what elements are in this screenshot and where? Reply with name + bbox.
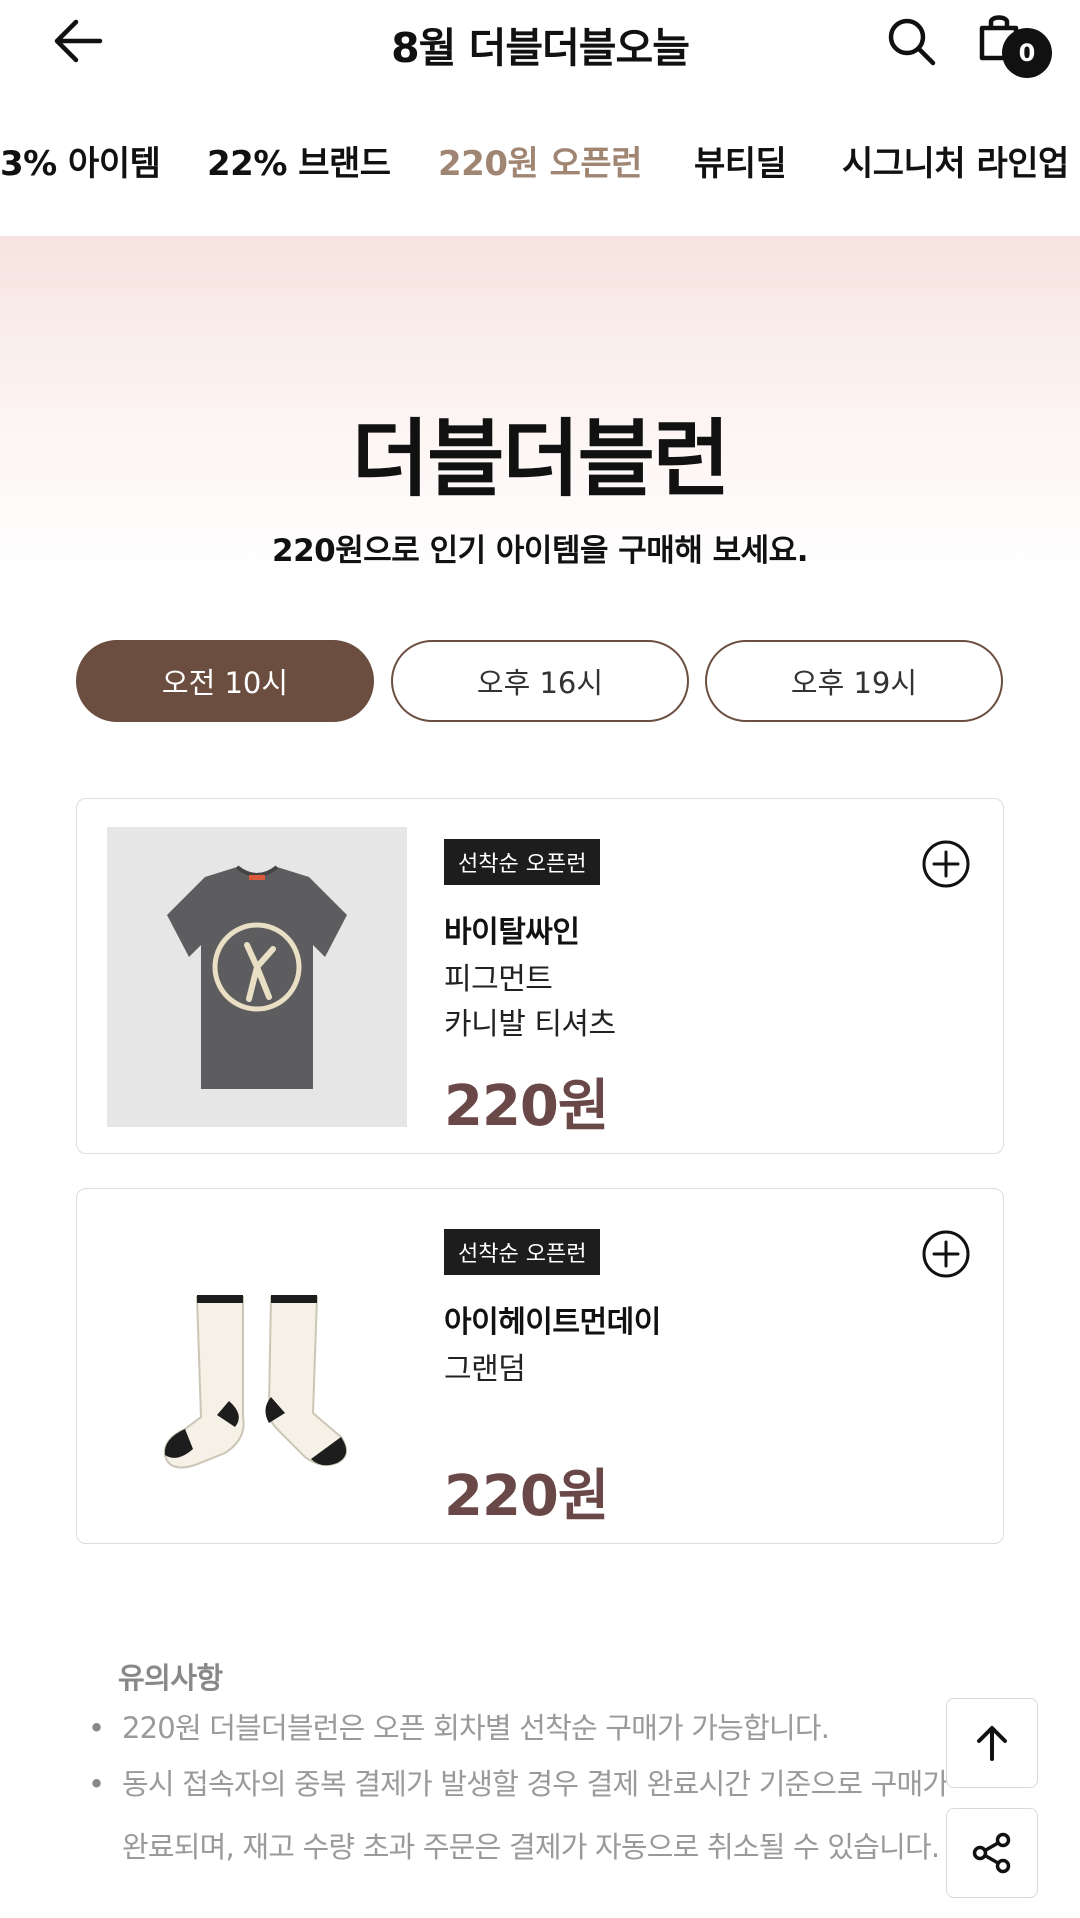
product-name-line: 그랜덤 bbox=[444, 1352, 526, 1387]
time-button-7pm[interactable]: 오후 19시 bbox=[705, 640, 1003, 722]
product-brand: 아이헤이트먼데이 bbox=[444, 1305, 661, 1340]
share-button[interactable] bbox=[946, 1808, 1038, 1898]
top-app-bar: 8월 더블더블오늘 0 bbox=[0, 0, 1080, 82]
product-image-tshirt[interactable] bbox=[107, 827, 407, 1127]
tab-beauty-deal[interactable]: 뷰티딜 bbox=[694, 136, 787, 185]
cart-count-badge: 0 bbox=[1002, 28, 1052, 78]
notice-item: • 220원 더블더블런은 오픈 회차별 선착순 구매가 가능합니다. bbox=[88, 1700, 830, 1756]
hero-title: 더블더블런 bbox=[351, 410, 730, 508]
hero-subtitle: 220원으로 인기 아이템을 구매해 보세요. bbox=[272, 533, 808, 569]
bullet: • bbox=[88, 1711, 105, 1745]
tab-3-percent-item[interactable]: 3% 아이템 bbox=[0, 136, 161, 185]
notice-text-continuation: 완료되며, 재고 수량 초과 주문은 결제가 자동으로 취소될 수 있습니다. bbox=[122, 1830, 940, 1864]
notice-text: 동시 접속자의 중복 결제가 발생할 경우 결제 완료시간 기준으로 구매가 bbox=[122, 1767, 949, 1801]
share-icon bbox=[972, 1832, 1011, 1874]
notice-text: 220원 더블더블런은 오픈 회차별 선착순 구매가 가능합니다. bbox=[122, 1711, 830, 1745]
scroll-to-top-button[interactable] bbox=[946, 1698, 1038, 1788]
time-button-4pm[interactable]: 오후 16시 bbox=[391, 640, 689, 722]
tshirt-illustration bbox=[167, 865, 347, 1089]
openrun-badge: 선착순 오픈런 bbox=[444, 1229, 601, 1275]
product-brand: 바이탈싸인 bbox=[444, 915, 580, 950]
product-price: 220원 bbox=[444, 1464, 609, 1529]
arrow-up-icon bbox=[977, 1726, 1007, 1761]
tab-220-won-openrun[interactable]: 220원 오픈런 bbox=[438, 136, 642, 185]
openrun-badge: 선착순 오픈런 bbox=[444, 839, 601, 885]
tab-22-percent-brand[interactable]: 22% 브랜드 bbox=[207, 136, 391, 185]
notice-title: 유의사항 bbox=[118, 1661, 223, 1695]
search-button[interactable] bbox=[884, 14, 940, 70]
plus-circle-icon bbox=[922, 1230, 970, 1278]
notice-item: • 동시 접속자의 중복 결제가 발생할 경우 결제 완료시간 기준으로 구매가 bbox=[88, 1756, 949, 1812]
search-icon bbox=[888, 18, 936, 66]
product-name-line: 피그먼트 bbox=[444, 962, 553, 997]
product-price: 220원 bbox=[444, 1074, 609, 1139]
product-name-line: 카니발 티셔츠 bbox=[444, 1007, 616, 1042]
cart-button[interactable]: 0 bbox=[978, 12, 1052, 82]
product-image-socks[interactable] bbox=[107, 1217, 407, 1517]
plus-circle-icon bbox=[922, 840, 970, 888]
tab-signature-lineup[interactable]: 시그니처 라인업 bbox=[842, 136, 1069, 185]
back-button[interactable] bbox=[48, 14, 108, 68]
product-card[interactable]: 선착순 오픈런 아이헤이트먼데이 그랜덤 220원 bbox=[76, 1188, 1004, 1544]
bullet: • bbox=[88, 1767, 105, 1801]
socks-illustration bbox=[163, 1295, 348, 1469]
add-button[interactable] bbox=[921, 1229, 971, 1279]
category-tabs: 3% 아이템 22% 브랜드 220원 오픈런 뷰티딜 시그니처 라인업 bbox=[0, 136, 1080, 196]
time-button-10am[interactable]: 오전 10시 bbox=[76, 640, 374, 722]
add-button[interactable] bbox=[921, 839, 971, 889]
arrow-left-icon bbox=[54, 19, 103, 63]
product-card[interactable]: 선착순 오픈런 바이탈싸인 피그먼트 카니발 티셔츠 220원 bbox=[76, 798, 1004, 1154]
